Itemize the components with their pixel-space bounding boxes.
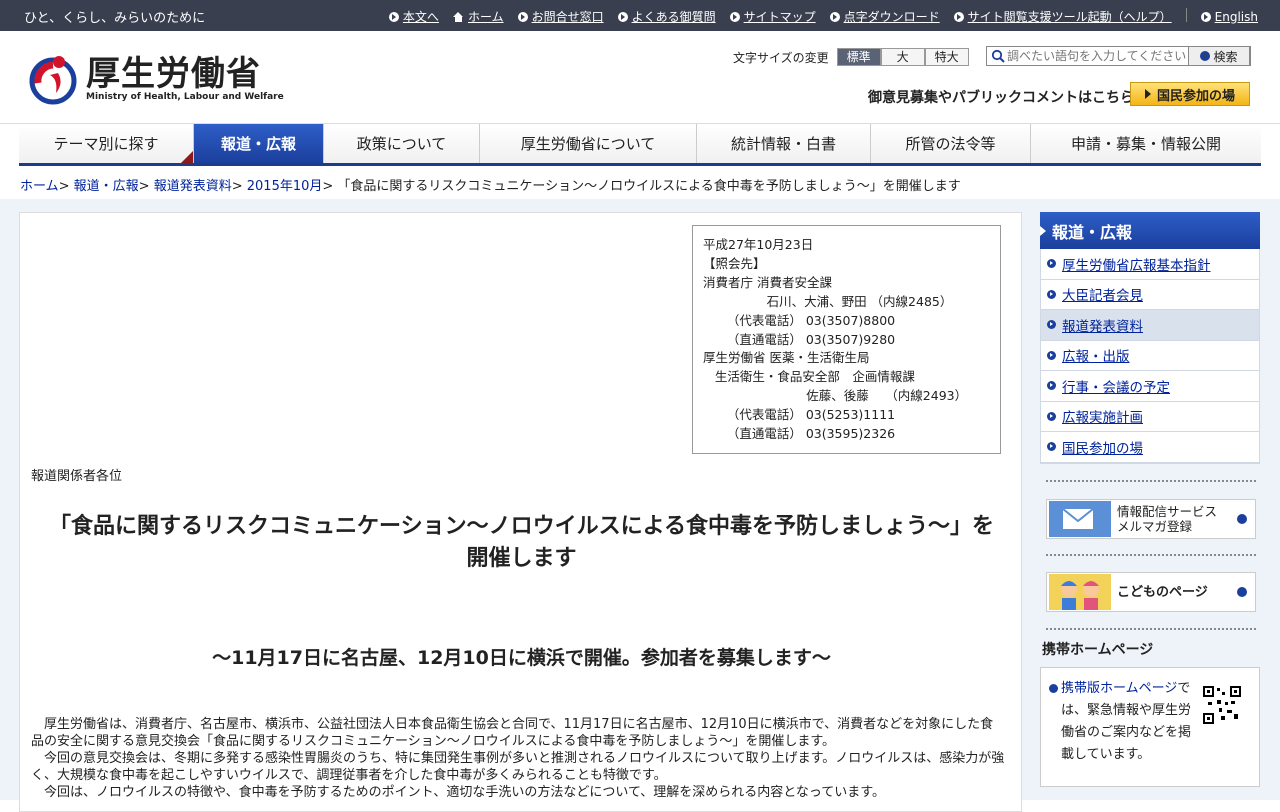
divider	[1185, 8, 1187, 22]
arrow-circle-icon	[1047, 289, 1056, 299]
divider	[1046, 628, 1256, 630]
sidebar-item-participation[interactable]: 国民参加の場	[1041, 432, 1259, 463]
page-title: 「食品に関するリスクコミュニケーション～ノロウイルスによる食中毒を予防しましょう…	[49, 514, 994, 571]
arrow-circle-icon	[617, 11, 628, 22]
skip-to-content-link[interactable]: 本文へ	[388, 8, 439, 25]
logo-japanese: 厚生労働省	[86, 54, 261, 94]
arrow-circle-icon	[1047, 381, 1056, 391]
children-icon	[1049, 574, 1111, 610]
sidebar-item-press-releases[interactable]: 報道発表資料	[1041, 310, 1259, 341]
article-paragraph: 今回は、ノロウイルスの特徴や、食中毒を予防するためのポイント、適切な手洗いの方法…	[44, 785, 885, 800]
nav-laws[interactable]: 所管の法令等	[871, 124, 1031, 163]
breadcrumb-press[interactable]: 報道・広報	[74, 179, 139, 194]
kids-page-banner[interactable]: こどものページ	[1046, 572, 1256, 612]
home-icon	[452, 11, 464, 22]
home-link[interactable]: ホーム	[452, 8, 504, 25]
faq-link[interactable]: よくある御質問	[617, 8, 716, 25]
search-icon	[991, 49, 1005, 63]
arrow-circle-icon	[388, 11, 399, 22]
nav-statistics[interactable]: 統計情報・白書	[697, 124, 871, 163]
arrow-circle-icon	[1200, 51, 1211, 61]
sidebar-item-pr-plan[interactable]: 広報実施計画	[1041, 401, 1259, 432]
divider	[1046, 480, 1256, 482]
envelope-icon	[1049, 501, 1111, 537]
triangle-icon	[1144, 89, 1151, 99]
arrow-circle-icon	[1237, 587, 1247, 597]
dropdown-corner-icon	[181, 151, 193, 163]
font-size-label: 文字サイズの変更	[733, 50, 829, 65]
nav-policy[interactable]: 政策について	[324, 124, 480, 163]
search-button[interactable]: 検索	[1188, 46, 1250, 66]
arrow-circle-icon	[1047, 411, 1056, 421]
mhlw-emblem-icon	[29, 56, 77, 105]
arrow-circle-icon	[729, 11, 740, 22]
arrow-circle-icon	[1047, 259, 1056, 269]
arrow-circle-icon	[1047, 442, 1056, 452]
sidebar-heading: 報道・広報	[1040, 212, 1260, 249]
public-comment-link[interactable]: 御意見募集やパブリックコメントはこちら	[868, 87, 1134, 107]
breadcrumb-press-releases[interactable]: 報道発表資料	[154, 179, 232, 194]
sidebar-item-publications[interactable]: 広報・出版	[1041, 340, 1259, 371]
sitemap-link[interactable]: サイトマップ	[729, 8, 816, 25]
mobile-site-link[interactable]: 携帯版ホームページ	[1061, 681, 1177, 696]
nav-applications[interactable]: 申請・募集・情報公開	[1031, 124, 1261, 163]
sidebar-menu: 厚生労働省広報基本指針 大臣記者会見 報道発表資料 広報・出版 行事・会議の予定…	[1040, 249, 1260, 464]
recipients-line: 報道関係者各位	[31, 469, 123, 484]
font-size-standard-button[interactable]: 標準	[836, 48, 881, 66]
search-box: 検索	[986, 46, 1251, 66]
breadcrumb-current: 「食品に関するリスクコミュニケーション～ノロウイルスによる食中毒を予防しましょう…	[337, 179, 961, 194]
arrow-circle-icon	[829, 11, 840, 22]
sidebar-item-pr-guidelines[interactable]: 厚生労働省広報基本指針	[1041, 249, 1259, 280]
public-participation-button[interactable]: 国民参加の場	[1130, 82, 1250, 106]
accessibility-tool-link[interactable]: サイト閲覧支援ツール起動（ヘルプ）	[953, 8, 1172, 25]
breadcrumb: ホーム> 報道・広報> 報道発表資料> 2015年10月> 「食品に関するリスク…	[20, 179, 961, 194]
main-content: 平成27年10月23日 【照会先】 消費者庁 消費者安全課 石川、大浦、野田 （…	[19, 212, 1022, 812]
font-size-xlarge-button[interactable]: 特大	[924, 48, 969, 66]
arrow-circle-icon	[1237, 514, 1247, 524]
mhlw-logo[interactable]: 厚生労働省 Ministry of Health, Labour and Wel…	[28, 53, 284, 105]
article-body: 厚生労働省は、消費者庁、名古屋市、横浜市、公益社団法人日本食品衛生協会と合同で、…	[31, 716, 1006, 801]
top-utility-bar: ひと、くらし、みらいのために 本文へ ホーム お問合せ窓口 よくある御質問 サイ…	[0, 0, 1280, 31]
arrow-circle-icon	[1047, 350, 1056, 360]
contact-link[interactable]: お問合せ窓口	[517, 8, 604, 25]
breadcrumb-home[interactable]: ホーム	[20, 179, 59, 194]
english-link[interactable]: English	[1200, 8, 1258, 25]
arrow-circle-icon	[1200, 11, 1211, 22]
arrow-circle-icon	[517, 11, 528, 22]
article-paragraph: 厚生労働省は、消費者庁、名古屋市、横浜市、公益社団法人日本食品衛生協会と合同で、…	[31, 717, 994, 749]
search-input[interactable]	[1007, 47, 1207, 65]
nav-theme-search[interactable]: テーマ別に探す	[19, 124, 194, 163]
nav-about-mhlw[interactable]: 厚生労働省について	[480, 124, 697, 163]
arrow-circle-icon	[1047, 320, 1056, 330]
breadcrumb-month[interactable]: 2015年10月	[247, 179, 323, 194]
page-subtitle: ～11月17日に名古屋、12月10日に横浜で開催。参加者を募集します～	[212, 647, 831, 669]
mail-magazine-banner[interactable]: 情報配信サービス メルマガ登録	[1046, 499, 1256, 539]
nav-press-pr[interactable]: 報道・広報	[194, 124, 324, 163]
contact-info-box: 平成27年10月23日 【照会先】 消費者庁 消費者安全課 石川、大浦、野田 （…	[692, 225, 1001, 454]
logo-text: 厚生労働省 Ministry of Health, Labour and Wel…	[86, 56, 284, 102]
global-nav: テーマ別に探す 報道・広報 政策について 厚生労働省について 統計情報・白書 所…	[19, 124, 1261, 166]
sidebar-item-events[interactable]: 行事・会議の予定	[1041, 371, 1259, 402]
font-size-switcher: 文字サイズの変更 標準 大 特大	[733, 48, 969, 66]
arrow-circle-icon	[1049, 684, 1058, 693]
sidebar: 報道・広報 厚生労働省広報基本指針 大臣記者会見 報道発表資料 広報・出版 行事…	[1040, 212, 1260, 787]
divider	[1046, 554, 1256, 556]
site-header: 厚生労働省 Ministry of Health, Labour and Wel…	[0, 31, 1280, 124]
font-size-large-button[interactable]: 大	[880, 48, 925, 66]
mobile-site-box: 携帯版ホームページでは、緊急情報や厚生労働省のご案内などを掲載しています。	[1040, 667, 1260, 787]
sidebar-item-press-conference[interactable]: 大臣記者会見	[1041, 279, 1259, 310]
article-paragraph: 今回の意見交換会は、冬期に多発する感染性胃腸炎のうち、特に集団発生事例が多いと推…	[31, 751, 1005, 783]
arrow-circle-icon	[953, 11, 964, 22]
qr-code-icon	[1203, 686, 1241, 724]
logo-english: Ministry of Health, Labour and Welfare	[86, 92, 284, 102]
braille-download-link[interactable]: 点字ダウンロード	[829, 8, 940, 25]
site-tagline: ひと、くらし、みらいのために	[24, 11, 206, 26]
utility-links: 本文へ ホーム お問合せ窓口 よくある御質問 サイトマップ 点字ダウンロード サ…	[388, 8, 1258, 25]
mobile-site-heading: 携帯ホームページ	[1042, 642, 1154, 658]
